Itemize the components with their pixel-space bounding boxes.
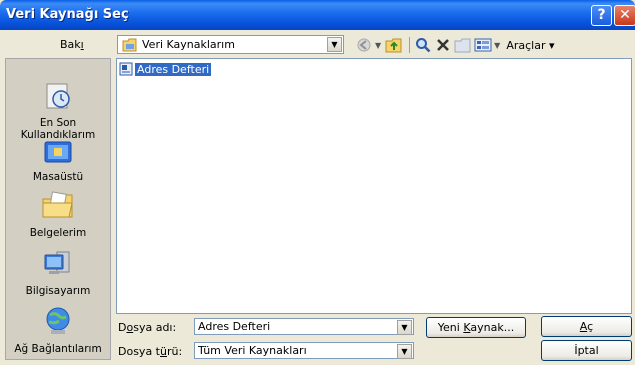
tools-menu[interactable]: Araçlar ▾: [506, 39, 554, 52]
filename-value: Adres Defteri: [198, 320, 271, 333]
lookin-label: Bakı: [60, 38, 84, 51]
file-list[interactable]: Adres Defteri: [116, 58, 632, 314]
title-bar: Veri Kaynağı Seç ? ✕: [0, 0, 635, 30]
cancel-button[interactable]: İptal: [541, 340, 632, 361]
place-label: Belgelerim: [29, 227, 87, 239]
close-button[interactable]: ✕: [614, 5, 635, 26]
views-dropdown-icon[interactable]: ▼: [494, 41, 500, 50]
data-source-file-icon: [119, 62, 133, 76]
window-title: Veri Kaynağı Seç: [6, 7, 129, 22]
chevron-down-icon[interactable]: ▼: [397, 320, 412, 335]
place-label: Ağ Bağlantılarım: [14, 343, 102, 355]
filetype-value: Tüm Veri Kaynakları: [198, 344, 307, 357]
desktop-icon: [6, 139, 110, 168]
recent-documents-icon: [6, 81, 110, 114]
place-network[interactable]: Ağ Bağlantılarım: [6, 305, 110, 355]
back-dropdown-icon[interactable]: ▼: [375, 41, 381, 50]
lookin-value: Veri Kaynaklarım: [142, 38, 235, 51]
places-bar: En Son Kullandıklarım Masaüstü Belgeleri…: [5, 58, 111, 360]
place-desktop[interactable]: Masaüstü: [6, 139, 110, 183]
place-label: Masaüstü: [32, 171, 84, 183]
place-label: En Son: [39, 117, 77, 129]
lookin-dropdown[interactable]: Veri Kaynaklarım ▼: [117, 35, 344, 54]
chevron-down-icon[interactable]: ▼: [397, 344, 412, 359]
filetype-label: Dosya türü:: [118, 345, 183, 358]
computer-icon: [6, 249, 110, 282]
new-source-button[interactable]: Yeni Kaynak...: [426, 317, 526, 338]
delete-icon[interactable]: [434, 36, 452, 54]
tools-menu-label: Araçlar: [506, 38, 546, 52]
place-computer[interactable]: Bilgisayarım: [6, 249, 110, 297]
new-folder-icon[interactable]: [454, 36, 472, 54]
chevron-down-icon[interactable]: ▼: [327, 37, 342, 52]
file-name: Adres Defteri: [135, 62, 212, 76]
network-globe-icon: [6, 305, 110, 340]
filetype-dropdown[interactable]: Tüm Veri Kaynakları ▼: [194, 342, 414, 359]
toolbar-separator: [409, 37, 411, 53]
filename-input[interactable]: Adres Defteri ▼: [194, 318, 414, 335]
up-folder-icon[interactable]: [385, 36, 403, 54]
views-icon[interactable]: [474, 36, 492, 54]
toolbar: ▼ ▼ Araçlar ▾: [355, 35, 555, 55]
place-label: Bilgisayarım: [25, 285, 91, 297]
folder-icon: [122, 38, 138, 55]
filename-label: Dosya adı:: [118, 321, 177, 334]
place-recent[interactable]: En Son Kullandıklarım: [6, 81, 110, 141]
search-web-icon[interactable]: [414, 36, 432, 54]
back-icon[interactable]: [355, 36, 373, 54]
documents-folder-icon: [6, 191, 110, 224]
open-button[interactable]: Aç: [541, 316, 632, 337]
help-button[interactable]: ?: [591, 5, 612, 26]
list-item[interactable]: Adres Defteri: [119, 62, 212, 76]
place-documents[interactable]: Belgelerim: [6, 191, 110, 239]
